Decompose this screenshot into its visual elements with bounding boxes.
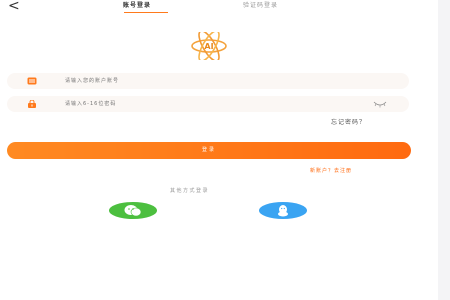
forgot-password-link[interactable]: 忘记密码？ (331, 119, 366, 127)
wechat-icon (124, 205, 142, 217)
tab-account-login[interactable]: 账号登录 (123, 2, 151, 10)
register-link[interactable]: 新账户？去注册 (310, 167, 352, 175)
tab-active-underline (124, 12, 168, 13)
scrollbar-track (438, 0, 450, 300)
password-input[interactable] (65, 100, 315, 108)
app-logo: AI (191, 32, 227, 60)
other-login-label: 其他方式登录 (170, 188, 210, 194)
lock-icon (28, 100, 36, 108)
chevron-left-icon[interactable]: < (8, 0, 20, 14)
account-field[interactable] (7, 73, 409, 89)
user-icon (27, 77, 37, 85)
logo-text: AI (204, 42, 213, 51)
password-field[interactable] (7, 96, 409, 112)
login-page: < 账号登录 验证码登录 AI 忘记密码？ 登录 (0, 0, 450, 300)
account-input[interactable] (65, 77, 315, 85)
qq-icon (278, 205, 288, 217)
qq-login-button[interactable] (259, 202, 307, 219)
eye-closed-icon[interactable] (373, 100, 387, 108)
wechat-login-button[interactable] (109, 202, 157, 219)
tab-code-login[interactable]: 验证码登录 (243, 2, 278, 10)
login-button[interactable]: 登录 (7, 142, 411, 159)
